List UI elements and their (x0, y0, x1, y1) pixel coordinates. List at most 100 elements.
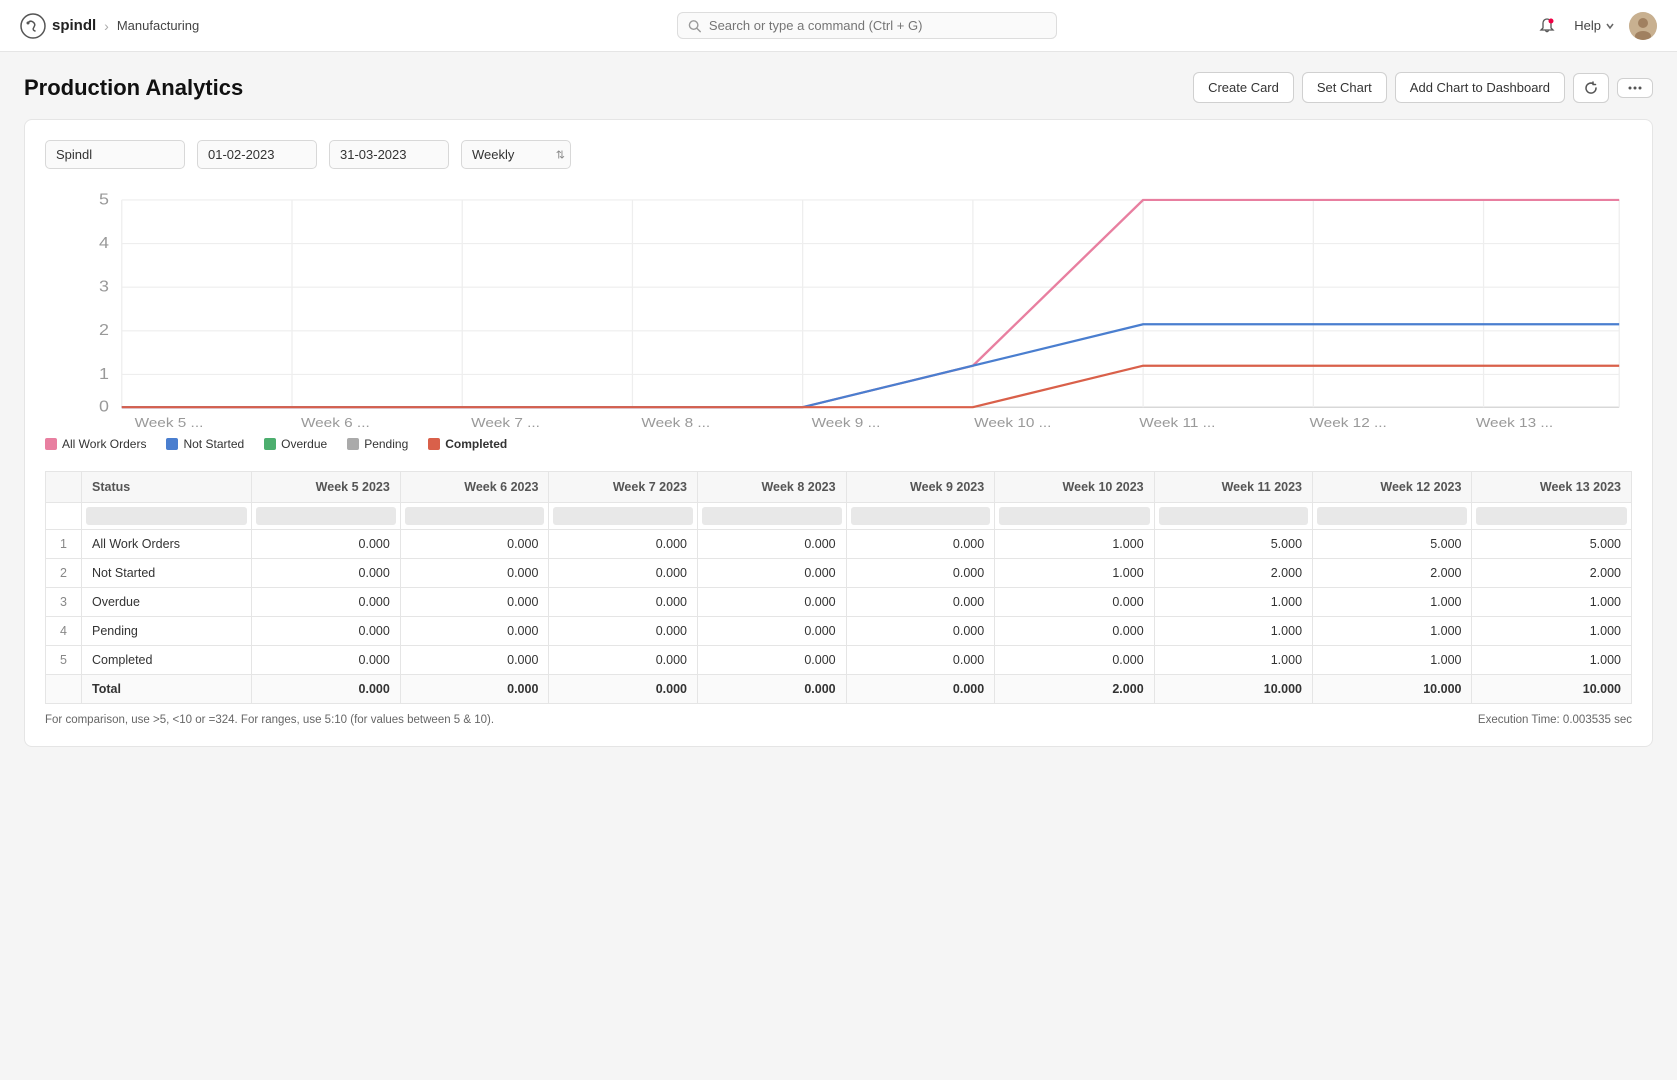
row-value: 0.000 (400, 617, 549, 646)
notification-bell-button[interactable] (1534, 13, 1560, 39)
company-filter[interactable] (45, 140, 185, 169)
table-row: 1 All Work Orders 0.0000.0000.0000.0000.… (46, 530, 1632, 559)
add-chart-to-dashboard-button[interactable]: Add Chart to Dashboard (1395, 72, 1565, 103)
total-value: 0.000 (549, 675, 698, 704)
set-chart-button[interactable]: Set Chart (1302, 72, 1387, 103)
row-value: 0.000 (400, 588, 549, 617)
footer-hint: For comparison, use >5, <10 or =324. For… (45, 714, 494, 726)
legend-label-pending: Pending (364, 437, 408, 451)
row-value: 0.000 (698, 617, 847, 646)
page-actions: Create Card Set Chart Add Chart to Dashb… (1193, 72, 1653, 103)
row-value: 2.000 (1313, 559, 1472, 588)
search-input[interactable] (709, 18, 1046, 33)
svg-text:1: 1 (99, 365, 109, 382)
period-select[interactable]: Weekly Daily Monthly (461, 140, 571, 169)
svg-text:2: 2 (99, 321, 109, 338)
data-table: Status Week 5 2023 Week 6 2023 Week 7 20… (45, 471, 1632, 704)
row-value: 0.000 (400, 646, 549, 675)
total-value: 2.000 (995, 675, 1154, 704)
page-container: Production Analytics Create Card Set Cha… (0, 52, 1677, 767)
row-value: 5.000 (1472, 530, 1632, 559)
row-value: 0.000 (252, 530, 401, 559)
search-icon (688, 19, 701, 33)
row-value: 0.000 (846, 559, 995, 588)
row-value: 0.000 (698, 646, 847, 675)
total-value: 10.000 (1313, 675, 1472, 704)
row-value: 2.000 (1154, 559, 1312, 588)
svg-text:5: 5 (99, 191, 109, 208)
avatar[interactable] (1629, 12, 1657, 40)
page-header: Production Analytics Create Card Set Cha… (24, 72, 1653, 103)
col-week9: Week 9 2023 (846, 472, 995, 503)
more-icon (1628, 86, 1642, 90)
row-value: 0.000 (698, 588, 847, 617)
total-value: 10.000 (1154, 675, 1312, 704)
total-value: 0.000 (252, 675, 401, 704)
total-value: 0.000 (846, 675, 995, 704)
row-status: Pending (82, 617, 252, 646)
col-week7: Week 7 2023 (549, 472, 698, 503)
date-from-filter[interactable] (197, 140, 317, 169)
search-box[interactable] (677, 12, 1057, 39)
search-area (677, 12, 1057, 39)
row-value: 0.000 (252, 617, 401, 646)
row-value: 0.000 (995, 646, 1154, 675)
total-value: 0.000 (698, 675, 847, 704)
chevron-down-icon (1605, 21, 1615, 31)
logo-label: spindl (52, 17, 96, 34)
table-row: 2 Not Started 0.0000.0000.0000.0000.0001… (46, 559, 1632, 588)
row-value: 1.000 (1313, 617, 1472, 646)
legend-label-not-started: Not Started (183, 437, 244, 451)
svg-text:4: 4 (99, 234, 109, 251)
help-label: Help (1574, 18, 1601, 33)
date-to-filter[interactable] (329, 140, 449, 169)
col-week13: Week 13 2023 (1472, 472, 1632, 503)
legend-dot-not-started (166, 438, 178, 450)
total-value: 10.000 (1472, 675, 1632, 704)
svg-text:Week 10 ...: Week 10 ... (974, 416, 1051, 429)
legend-item-overdue: Overdue (264, 437, 327, 451)
total-value: 0.000 (400, 675, 549, 704)
bell-icon (1538, 17, 1556, 35)
help-button[interactable]: Help (1574, 18, 1615, 33)
row-value: 0.000 (549, 588, 698, 617)
svg-text:Week 5 ...: Week 5 ... (135, 416, 204, 429)
row-value: 0.000 (252, 588, 401, 617)
row-value: 0.000 (549, 646, 698, 675)
row-value: 1.000 (1154, 588, 1312, 617)
table-filter-row (46, 503, 1632, 530)
row-num: 1 (46, 530, 82, 559)
row-value: 0.000 (995, 617, 1154, 646)
create-card-button[interactable]: Create Card (1193, 72, 1294, 103)
row-value: 1.000 (995, 530, 1154, 559)
row-num: 2 (46, 559, 82, 588)
breadcrumb-item: Manufacturing (117, 18, 199, 33)
row-value: 5.000 (1313, 530, 1472, 559)
legend-dot-all-work-orders (45, 438, 57, 450)
svg-text:Week 6 ...: Week 6 ... (301, 416, 370, 429)
total-label-empty (46, 675, 82, 704)
row-value: 1.000 (1472, 646, 1632, 675)
col-week12: Week 12 2023 (1313, 472, 1472, 503)
total-label: Total (82, 675, 252, 704)
refresh-button[interactable] (1573, 73, 1609, 103)
row-value: 1.000 (1472, 617, 1632, 646)
breadcrumb-separator: › (104, 18, 109, 34)
row-status: Not Started (82, 559, 252, 588)
more-options-button[interactable] (1617, 78, 1653, 98)
legend-item-all-work-orders: All Work Orders (45, 437, 146, 451)
legend-dot-pending (347, 438, 359, 450)
legend-label-completed: Completed (445, 437, 507, 451)
row-value: 1.000 (1154, 646, 1312, 675)
row-value: 0.000 (549, 530, 698, 559)
row-value: 2.000 (1472, 559, 1632, 588)
row-value: 1.000 (1313, 646, 1472, 675)
avatar-image (1629, 12, 1657, 40)
row-value: 0.000 (549, 617, 698, 646)
col-status: Status (82, 472, 252, 503)
row-value: 0.000 (698, 559, 847, 588)
legend-dot-completed (428, 438, 440, 450)
row-status: Completed (82, 646, 252, 675)
svg-text:Week 7 ...: Week 7 ... (471, 416, 540, 429)
legend-label-overdue: Overdue (281, 437, 327, 451)
